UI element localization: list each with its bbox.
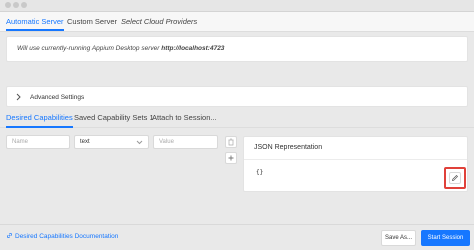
advanced-settings-panel[interactable]: Advanced Settings — [6, 86, 468, 107]
tab-saved-capability-sets[interactable]: Saved Capability Sets 1 — [74, 113, 154, 128]
add-capability-button[interactable] — [225, 152, 237, 164]
start-session-button[interactable]: Start Session — [421, 230, 470, 246]
chevron-down-icon — [136, 140, 143, 145]
tab-desired-capabilities[interactable]: Desired Capabilities — [6, 113, 73, 128]
minimize-window-icon[interactable] — [13, 2, 19, 8]
tab-attach-to-session[interactable]: Attach to Session... — [152, 113, 217, 128]
json-panel-divider — [244, 159, 467, 160]
server-url: http://localhost:4723 — [161, 45, 225, 52]
window-titlebar — [0, 0, 474, 12]
capability-type-select[interactable]: text — [74, 135, 149, 149]
json-representation-panel: JSON Representation {} — [243, 136, 468, 192]
server-tabs: Automatic Server Custom Server Select Cl… — [0, 12, 474, 32]
tab-automatic-server[interactable]: Automatic Server — [6, 16, 64, 31]
pencil-icon — [452, 175, 458, 181]
advanced-settings-label: Advanced Settings — [30, 94, 85, 101]
capability-type-value: text — [80, 139, 90, 145]
plus-icon — [228, 155, 234, 161]
close-window-icon[interactable] — [5, 2, 11, 8]
tab-custom-server[interactable]: Custom Server — [67, 16, 117, 31]
capability-tabs: Desired Capabilities Saved Capability Se… — [0, 110, 474, 128]
trash-icon — [228, 138, 234, 146]
edit-json-button[interactable] — [449, 172, 461, 184]
server-info-text: Will use currently-running Appium Deskto… — [17, 45, 224, 52]
server-info-box: Will use currently-running Appium Deskto… — [6, 36, 468, 62]
server-info-prefix: Will use currently-running Appium Deskto… — [17, 45, 160, 52]
desired-capabilities-doc-link[interactable]: Desired Capabilities Documentation — [6, 232, 118, 240]
chevron-right-icon — [16, 93, 21, 101]
tab-select-cloud-providers[interactable]: Select Cloud Providers — [121, 16, 197, 31]
save-as-button[interactable]: Save As... — [381, 230, 416, 246]
delete-capability-button[interactable] — [225, 136, 237, 148]
edit-json-highlight — [444, 167, 466, 189]
link-icon — [7, 233, 12, 238]
json-content: {} — [256, 169, 264, 176]
footer-divider — [0, 224, 474, 225]
capability-name-input[interactable]: Name — [6, 135, 70, 149]
doc-link-label: Desired Capabilities Documentation — [15, 233, 119, 240]
json-panel-title: JSON Representation — [254, 144, 323, 151]
maximize-window-icon[interactable] — [21, 2, 27, 8]
capability-value-input[interactable]: Value — [153, 135, 218, 149]
